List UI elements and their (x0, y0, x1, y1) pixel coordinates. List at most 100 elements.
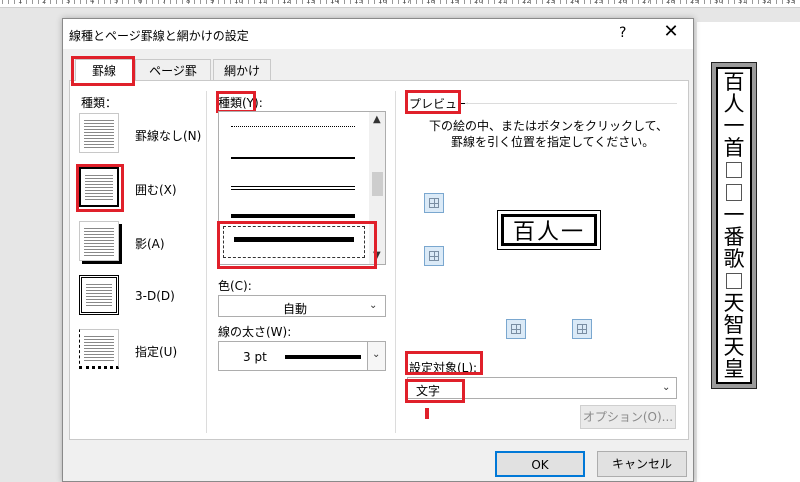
shadow-border-icon[interactable] (79, 221, 119, 261)
ruler-number: 4 (90, 0, 95, 5)
chevron-down-icon[interactable]: ⌄ (369, 300, 377, 311)
ruler-tick (74, 0, 75, 4)
ruler-number: 32 (762, 0, 771, 5)
ruler-number: 23 (546, 0, 555, 5)
ruler-tick (182, 0, 183, 4)
line-style-double[interactable] (231, 186, 355, 190)
options-button[interactable]: オプション(O)... (580, 405, 676, 429)
line-style-dotted[interactable] (231, 126, 355, 127)
ruler-number: 24 (570, 0, 579, 5)
vertical-char: 番 (723, 224, 745, 249)
ruler-tick (110, 0, 111, 4)
ruler-tick (710, 0, 711, 4)
dialog-titlebar: 線種とページ罫線と網かけの設定 ? ✕ (63, 19, 693, 49)
ruler-number: 7 (162, 0, 167, 5)
ruler-number: 18 (426, 0, 435, 5)
3d-border-icon[interactable] (79, 275, 119, 315)
preview-area[interactable]: 百人一 (497, 210, 601, 250)
ruler-number: 16 (378, 0, 387, 5)
red-marker (425, 408, 429, 419)
chevron-down-icon[interactable]: ⌄ (372, 349, 380, 360)
setting-custom-label[interactable]: 指定(U) (135, 343, 177, 360)
ruler-tick (464, 0, 465, 4)
tab-page-borders[interactable]: ページ罫線 (135, 59, 211, 100)
ok-button[interactable]: OK (495, 451, 585, 477)
ruler-number: 26 (618, 0, 627, 5)
bottom-border-toggle-icon[interactable] (424, 246, 444, 266)
ruler-tick (146, 0, 147, 4)
ruler-tick (368, 0, 369, 4)
ruler-tick (704, 0, 705, 4)
ruler-tick (194, 0, 195, 4)
ruler-number: 19 (450, 0, 459, 5)
setting-box-label[interactable]: 囲む(X) (135, 181, 177, 198)
highlight-style-label (216, 91, 256, 113)
width-sample-line (285, 355, 361, 359)
vertical-char: 人 (723, 92, 745, 116)
ruler-tick (344, 0, 345, 4)
highlight-apply-to-value (405, 379, 465, 403)
ruler-tick (248, 0, 249, 4)
ruler-number: 20 (474, 0, 483, 5)
ruler-tick (440, 0, 441, 4)
help-button[interactable]: ? (619, 25, 626, 41)
ruler-tick (662, 0, 663, 4)
ruler-number: 5 (114, 0, 119, 5)
preview-instructions-1: 下の絵の中、またはボタンをクリックして、 (429, 119, 669, 133)
ruler-tick (320, 0, 321, 4)
ruler-tick (734, 0, 735, 4)
chevron-down-icon[interactable]: ⌄ (662, 382, 670, 393)
line-style-thick[interactable] (231, 214, 355, 218)
setting-3d-label[interactable]: 3-D(D) (135, 289, 175, 303)
ruler-tick (782, 0, 783, 4)
tab-shading[interactable]: 網かけ (213, 59, 271, 81)
ruler-tick (14, 0, 15, 4)
highlight-apply-to-label (405, 351, 483, 375)
preview-sample-text: 百人一 (512, 220, 585, 245)
ruler-number: 30 (714, 0, 723, 5)
color-dropdown[interactable]: 自動 ⌄ (218, 295, 386, 317)
ruler-number: 33 (786, 0, 795, 5)
setting-none-label[interactable]: 罫線なし(N) (135, 127, 201, 144)
close-button[interactable]: ✕ (661, 22, 681, 42)
scroll-up-icon[interactable]: ▲ (373, 114, 381, 125)
scroll-thumb[interactable] (372, 172, 383, 196)
setting-shadow-label[interactable]: 影(A) (135, 235, 165, 252)
ruler-tick (416, 0, 417, 4)
ruler-tick (86, 0, 87, 4)
ruler-tick (122, 0, 123, 4)
placeholder-box (726, 184, 742, 201)
ruler-number: 11 (258, 0, 267, 5)
no-border-icon[interactable] (79, 113, 119, 153)
left-border-toggle-icon[interactable] (506, 319, 526, 339)
custom-border-icon[interactable] (79, 329, 119, 369)
ruler-tick (158, 0, 159, 4)
ruler-tick (326, 0, 327, 4)
ruler-number: 3 (66, 0, 71, 5)
ruler-tick (638, 0, 639, 4)
ruler-tick (680, 0, 681, 4)
vertical-text-box[interactable]: 百人一首一番歌天智天皇 (711, 62, 757, 389)
ruler-tick (56, 0, 57, 4)
ruler-tick (80, 0, 81, 4)
dialog-title: 線種とページ罫線と網かけの設定 (69, 29, 249, 43)
ruler-tick (656, 0, 657, 4)
ruler-tick (200, 0, 201, 4)
width-value: 3 pt (243, 350, 267, 364)
ruler-tick (26, 0, 27, 4)
ruler-number: 8 (186, 0, 191, 5)
cancel-button[interactable]: キャンセル (597, 451, 687, 477)
right-border-toggle-icon[interactable] (572, 319, 592, 339)
ruler-tick (2, 0, 3, 4)
ruler-number: 22 (522, 0, 531, 5)
ruler-number: 31 (738, 0, 747, 5)
ruler-number: 10 (234, 0, 243, 5)
width-dropdown[interactable]: 3 pt ⌄ (218, 341, 386, 371)
ruler-tick (758, 0, 759, 4)
ruler-tick (302, 0, 303, 4)
ruler-tick (218, 0, 219, 4)
top-border-toggle-icon[interactable] (424, 193, 444, 213)
ruler-number: 1 (18, 0, 23, 5)
ruler-tick (590, 0, 591, 4)
line-style-single[interactable] (231, 157, 355, 159)
